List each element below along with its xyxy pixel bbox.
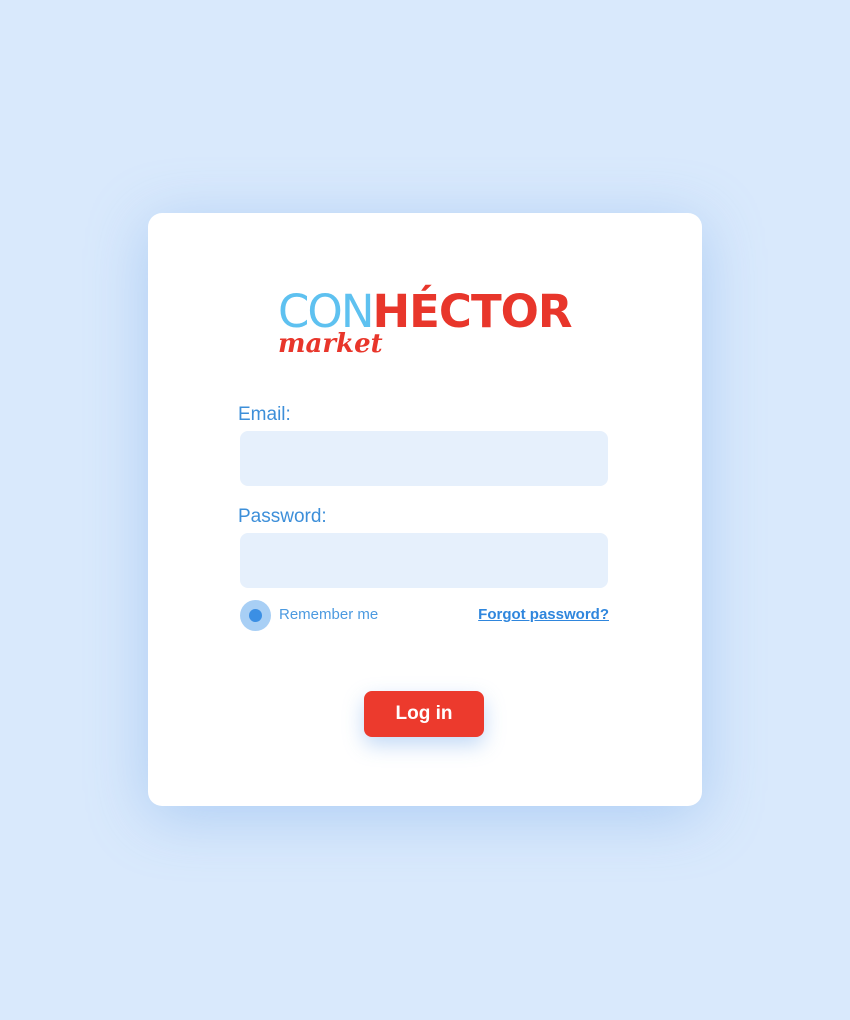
- password-field[interactable]: [240, 533, 608, 588]
- brand-logo: CONHÉCTOR market: [278, 281, 574, 363]
- remember-me-label[interactable]: Remember me: [279, 606, 378, 624]
- remember-me-radio[interactable]: [240, 600, 271, 631]
- email-label: Email:: [238, 404, 291, 425]
- login-button[interactable]: Log in: [364, 691, 484, 737]
- email-field[interactable]: [240, 431, 608, 486]
- password-label: Password:: [238, 506, 327, 527]
- logo-hector-text: HÉCTOR: [372, 285, 573, 338]
- forgot-password-link[interactable]: Forgot password?: [478, 606, 609, 624]
- login-card: CONHÉCTOR market Email: Password: Rememb…: [148, 213, 702, 806]
- radio-selected-dot: [249, 609, 262, 622]
- logo-market-text: market: [278, 329, 383, 359]
